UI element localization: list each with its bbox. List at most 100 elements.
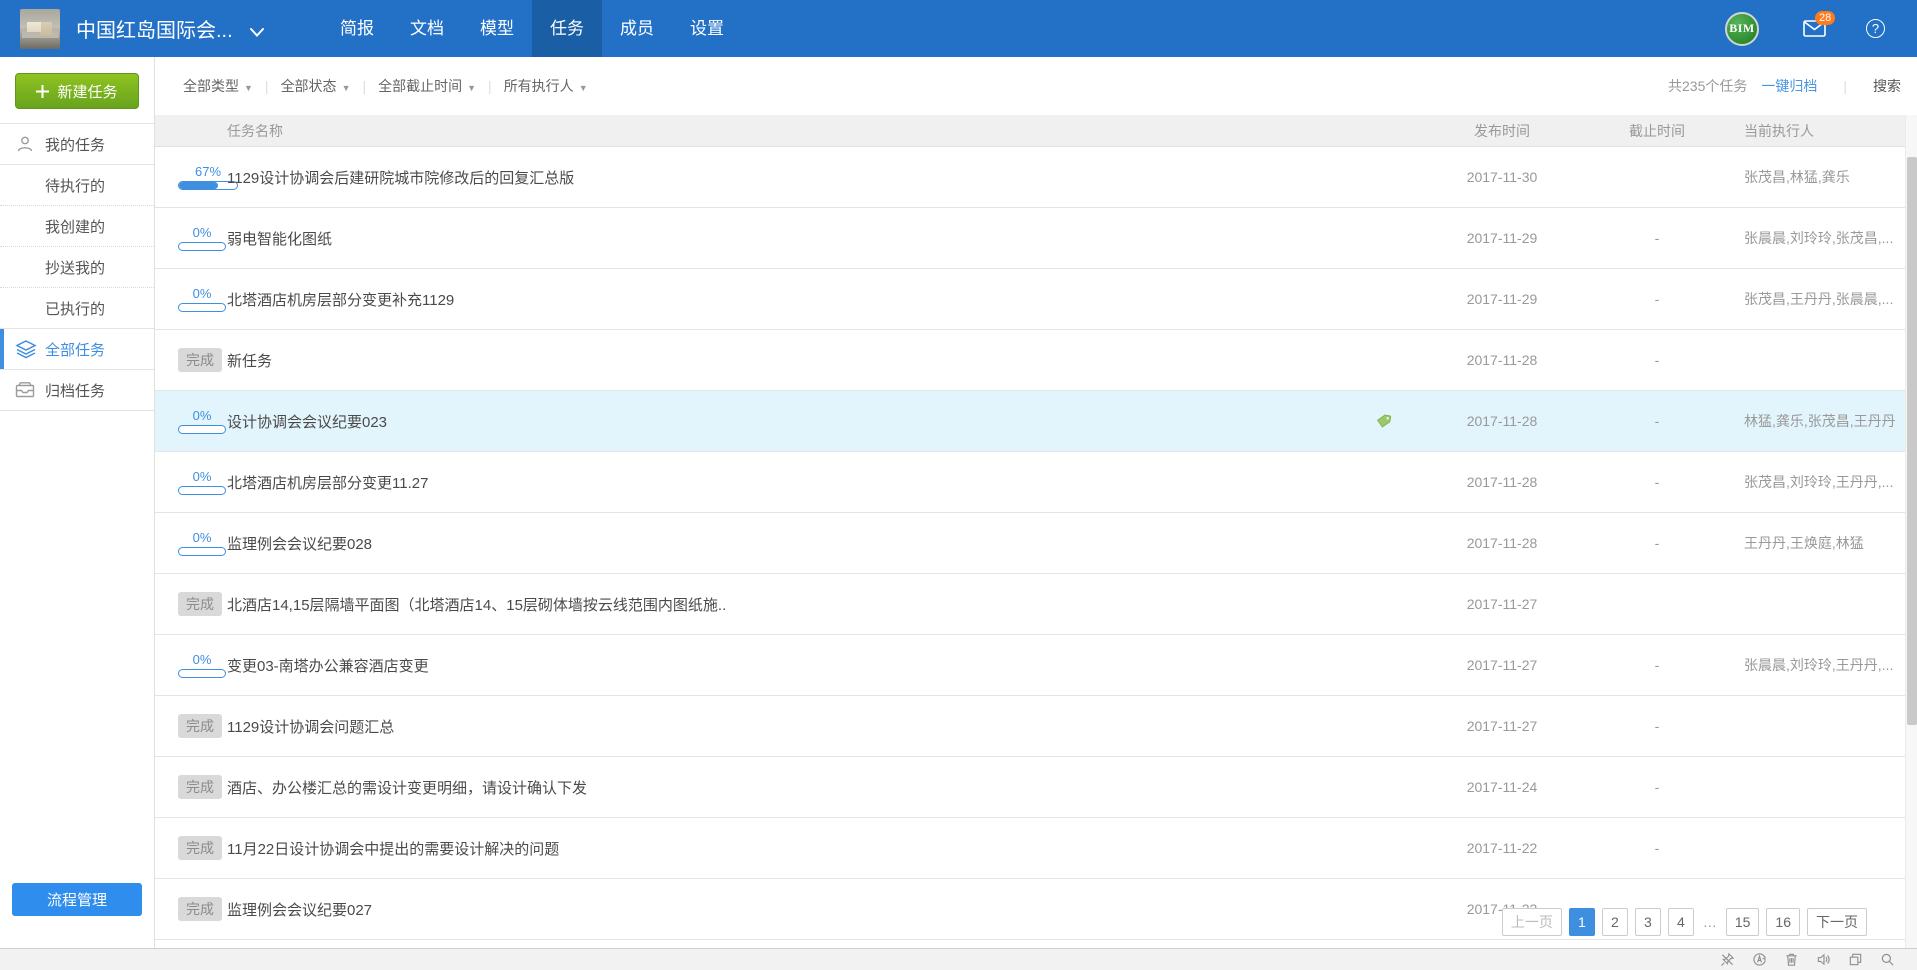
archive-all-link[interactable]: 一键归档 bbox=[1761, 76, 1817, 96]
sidebar-item-label: 全部任务 bbox=[45, 339, 105, 360]
user-icon bbox=[15, 134, 37, 154]
filter-status-dropdown[interactable]: 全部状态▼ bbox=[281, 76, 351, 96]
chevron-down-icon[interactable] bbox=[250, 28, 264, 37]
windows-icon[interactable] bbox=[1848, 952, 1863, 967]
process-management-button[interactable]: 流程管理 bbox=[12, 883, 142, 916]
sidebar-item-my-tasks[interactable]: 我的任务 bbox=[0, 124, 154, 165]
mail-button[interactable]: 28 bbox=[1803, 20, 1826, 37]
task-executors: 张茂昌,刘玲玲,王丹丹,... bbox=[1732, 472, 1917, 492]
sound-icon[interactable] bbox=[1816, 952, 1831, 967]
task-deadline: - bbox=[1582, 840, 1732, 856]
task-name[interactable]: 弱电智能化图纸 bbox=[227, 228, 332, 249]
pagination-page-button-4[interactable]: 4 bbox=[1668, 908, 1694, 936]
filter-bar: 全部类型▼ | 全部状态▼ | 全部截止时间▼ | 所有执行人▼ 共235个任务… bbox=[155, 57, 1917, 115]
task-name[interactable]: 北塔酒店机房层部分变更补充1129 bbox=[227, 289, 454, 310]
scrollbar-track bbox=[1905, 115, 1917, 948]
sidebar-item-archived[interactable]: 归档任务 bbox=[0, 370, 154, 411]
project-title[interactable]: 中国红岛国际会... bbox=[76, 14, 264, 43]
task-publish-date: 2017-11-30 bbox=[1422, 169, 1582, 185]
task-name[interactable]: 北酒店14,15层隔墙平面图（北塔酒店14、15层砌体墙按云线范围内图纸施.. bbox=[227, 594, 726, 615]
task-name[interactable]: 11月22日设计协调会中提出的需要设计解决的问题 bbox=[227, 838, 559, 859]
pagination-page-button-3[interactable]: 3 bbox=[1635, 908, 1661, 936]
pushpin-off-icon[interactable] bbox=[1720, 952, 1735, 967]
task-executors: 张茂昌,王丹丹,张晨晨,... bbox=[1732, 289, 1917, 309]
pagination-page-button-2[interactable]: 2 bbox=[1602, 908, 1628, 936]
task-progress-label: 0% bbox=[178, 469, 226, 484]
table-row[interactable]: 完成 酒店、办公楼汇总的需设计变更明细，请设计确认下发 2017-11-24 - bbox=[155, 757, 1917, 818]
scrollbar-thumb[interactable] bbox=[1907, 157, 1917, 725]
table-row[interactable]: 0% 变更03-南塔办公兼容酒店变更 2017-11-27 - 张晨晨,刘玲玲,… bbox=[155, 635, 1917, 696]
task-name[interactable]: 酒店、办公楼汇总的需设计变更明细，请设计确认下发 bbox=[227, 777, 587, 798]
sidebar-item-created[interactable]: 我创建的 bbox=[0, 206, 154, 247]
sidebar-item-executed[interactable]: 已执行的 bbox=[0, 288, 154, 329]
task-status-badge: 完成 bbox=[178, 714, 222, 738]
nav-tab-brief[interactable]: 简报 bbox=[322, 0, 392, 57]
pagination: 上一页1234…1516下一页 bbox=[1502, 908, 1867, 936]
task-progress: 0% bbox=[178, 652, 226, 678]
task-publish-date: 2017-11-24 bbox=[1422, 779, 1582, 795]
project-logo-image[interactable] bbox=[20, 9, 60, 49]
task-name[interactable]: 新任务 bbox=[227, 350, 272, 371]
table-row[interactable]: 完成 新任务 2017-11-28 - bbox=[155, 330, 1917, 391]
filter-deadline-dropdown[interactable]: 全部截止时间▼ bbox=[378, 76, 476, 96]
header-current-executor: 当前执行人 bbox=[1732, 121, 1917, 141]
table-row[interactable]: 0% 北塔酒店机房层部分变更补充1129 2017-11-29 - 张茂昌,王丹… bbox=[155, 269, 1917, 330]
task-deadline: - bbox=[1582, 535, 1732, 551]
new-task-button[interactable]: 新建任务 bbox=[15, 73, 139, 109]
task-progress-label: 0% bbox=[178, 408, 226, 423]
table-row[interactable]: 0% 设计协调会会议纪要023 2017-11-28 - 林猛,龚乐,张茂昌,王… bbox=[155, 391, 1917, 452]
auto-refresh-icon[interactable] bbox=[1752, 952, 1767, 967]
task-name[interactable]: 1129设计协调会问题汇总 bbox=[227, 716, 394, 737]
sidebar-item-todo[interactable]: 待执行的 bbox=[0, 165, 154, 206]
task-progress-bar bbox=[178, 669, 226, 678]
filter-type-dropdown[interactable]: 全部类型▼ bbox=[183, 76, 253, 96]
bim-logo[interactable]: BIM bbox=[1725, 12, 1759, 46]
pagination-page-button-1[interactable]: 1 bbox=[1569, 908, 1595, 936]
table-row[interactable]: 完成 1129设计协调会问题汇总 2017-11-27 - bbox=[155, 696, 1917, 757]
table-row[interactable]: 完成 北酒店14,15层隔墙平面图（北塔酒店14、15层砌体墙按云线范围内图纸施… bbox=[155, 574, 1917, 635]
task-status-badge: 完成 bbox=[178, 897, 222, 921]
task-progress-bar bbox=[178, 486, 226, 495]
pagination-next-button[interactable]: 下一页 bbox=[1807, 908, 1867, 936]
trash-icon[interactable] bbox=[1784, 952, 1799, 967]
nav-tab-members[interactable]: 成员 bbox=[602, 0, 672, 57]
caret-down-icon: ▼ bbox=[244, 83, 253, 93]
task-publish-date: 2017-11-27 bbox=[1422, 657, 1582, 673]
table-row[interactable]: 0% 弱电智能化图纸 2017-11-29 - 张晨晨,刘玲玲,张茂昌,... bbox=[155, 208, 1917, 269]
table-row[interactable]: 0% 北塔酒店机房层部分变更11.27 2017-11-28 - 张茂昌,刘玲玲… bbox=[155, 452, 1917, 513]
nav-tab-docs[interactable]: 文档 bbox=[392, 0, 462, 57]
table-row[interactable]: 完成 11月22日设计协调会中提出的需要设计解决的问题 2017-11-22 - bbox=[155, 818, 1917, 879]
pagination-page-button-16[interactable]: 16 bbox=[1766, 908, 1800, 936]
table-row[interactable]: 0% 监理例会会议纪要028 2017-11-28 - 王丹丹,王焕庭,林猛 bbox=[155, 513, 1917, 574]
task-name[interactable]: 变更03-南塔办公兼容酒店变更 bbox=[227, 655, 429, 676]
pagination-page-button-15[interactable]: 15 bbox=[1726, 908, 1760, 936]
nav-tab-tasks[interactable]: 任务 bbox=[532, 0, 602, 57]
nav-tab-model[interactable]: 模型 bbox=[462, 0, 532, 57]
caret-down-icon: ▼ bbox=[342, 83, 351, 93]
task-name[interactable]: 监理例会会议纪要027 bbox=[227, 899, 372, 920]
task-progress: 0% bbox=[178, 530, 226, 556]
task-name[interactable]: 设计协调会会议纪要023 bbox=[227, 411, 387, 432]
nav-tab-settings[interactable]: 设置 bbox=[672, 0, 742, 57]
table-row[interactable]: 67% 1129设计协调会后建研院城市院修改后的回复汇总版 2017-11-30… bbox=[155, 147, 1917, 208]
help-icon[interactable]: ? bbox=[1866, 19, 1885, 38]
task-deadline: - bbox=[1582, 718, 1732, 734]
task-status-badge: 完成 bbox=[178, 348, 222, 372]
task-deadline: - bbox=[1582, 413, 1732, 429]
task-status-badge: 完成 bbox=[178, 592, 222, 616]
sidebar-item-cc-me[interactable]: 抄送我的 bbox=[0, 247, 154, 288]
task-publish-date: 2017-11-28 bbox=[1422, 535, 1582, 551]
task-name[interactable]: 1129设计协调会后建研院城市院修改后的回复汇总版 bbox=[227, 167, 574, 188]
sidebar-item-all-tasks[interactable]: 全部任务 bbox=[0, 329, 154, 370]
task-list-panel: 全部类型▼ | 全部状态▼ | 全部截止时间▼ | 所有执行人▼ 共235个任务… bbox=[155, 57, 1917, 948]
pagination-prev-button[interactable]: 上一页 bbox=[1502, 908, 1562, 936]
task-name[interactable]: 监理例会会议纪要028 bbox=[227, 533, 372, 554]
magnifier-icon[interactable] bbox=[1880, 952, 1895, 967]
filter-executor-dropdown[interactable]: 所有执行人▼ bbox=[504, 76, 588, 96]
header-task-name: 任务名称 bbox=[227, 121, 1422, 141]
divider: | bbox=[1843, 78, 1847, 94]
search-button[interactable]: 搜索 bbox=[1873, 76, 1901, 96]
task-name[interactable]: 北塔酒店机房层部分变更11.27 bbox=[227, 472, 428, 493]
new-task-button-label: 新建任务 bbox=[57, 81, 117, 102]
task-deadline: - bbox=[1582, 779, 1732, 795]
